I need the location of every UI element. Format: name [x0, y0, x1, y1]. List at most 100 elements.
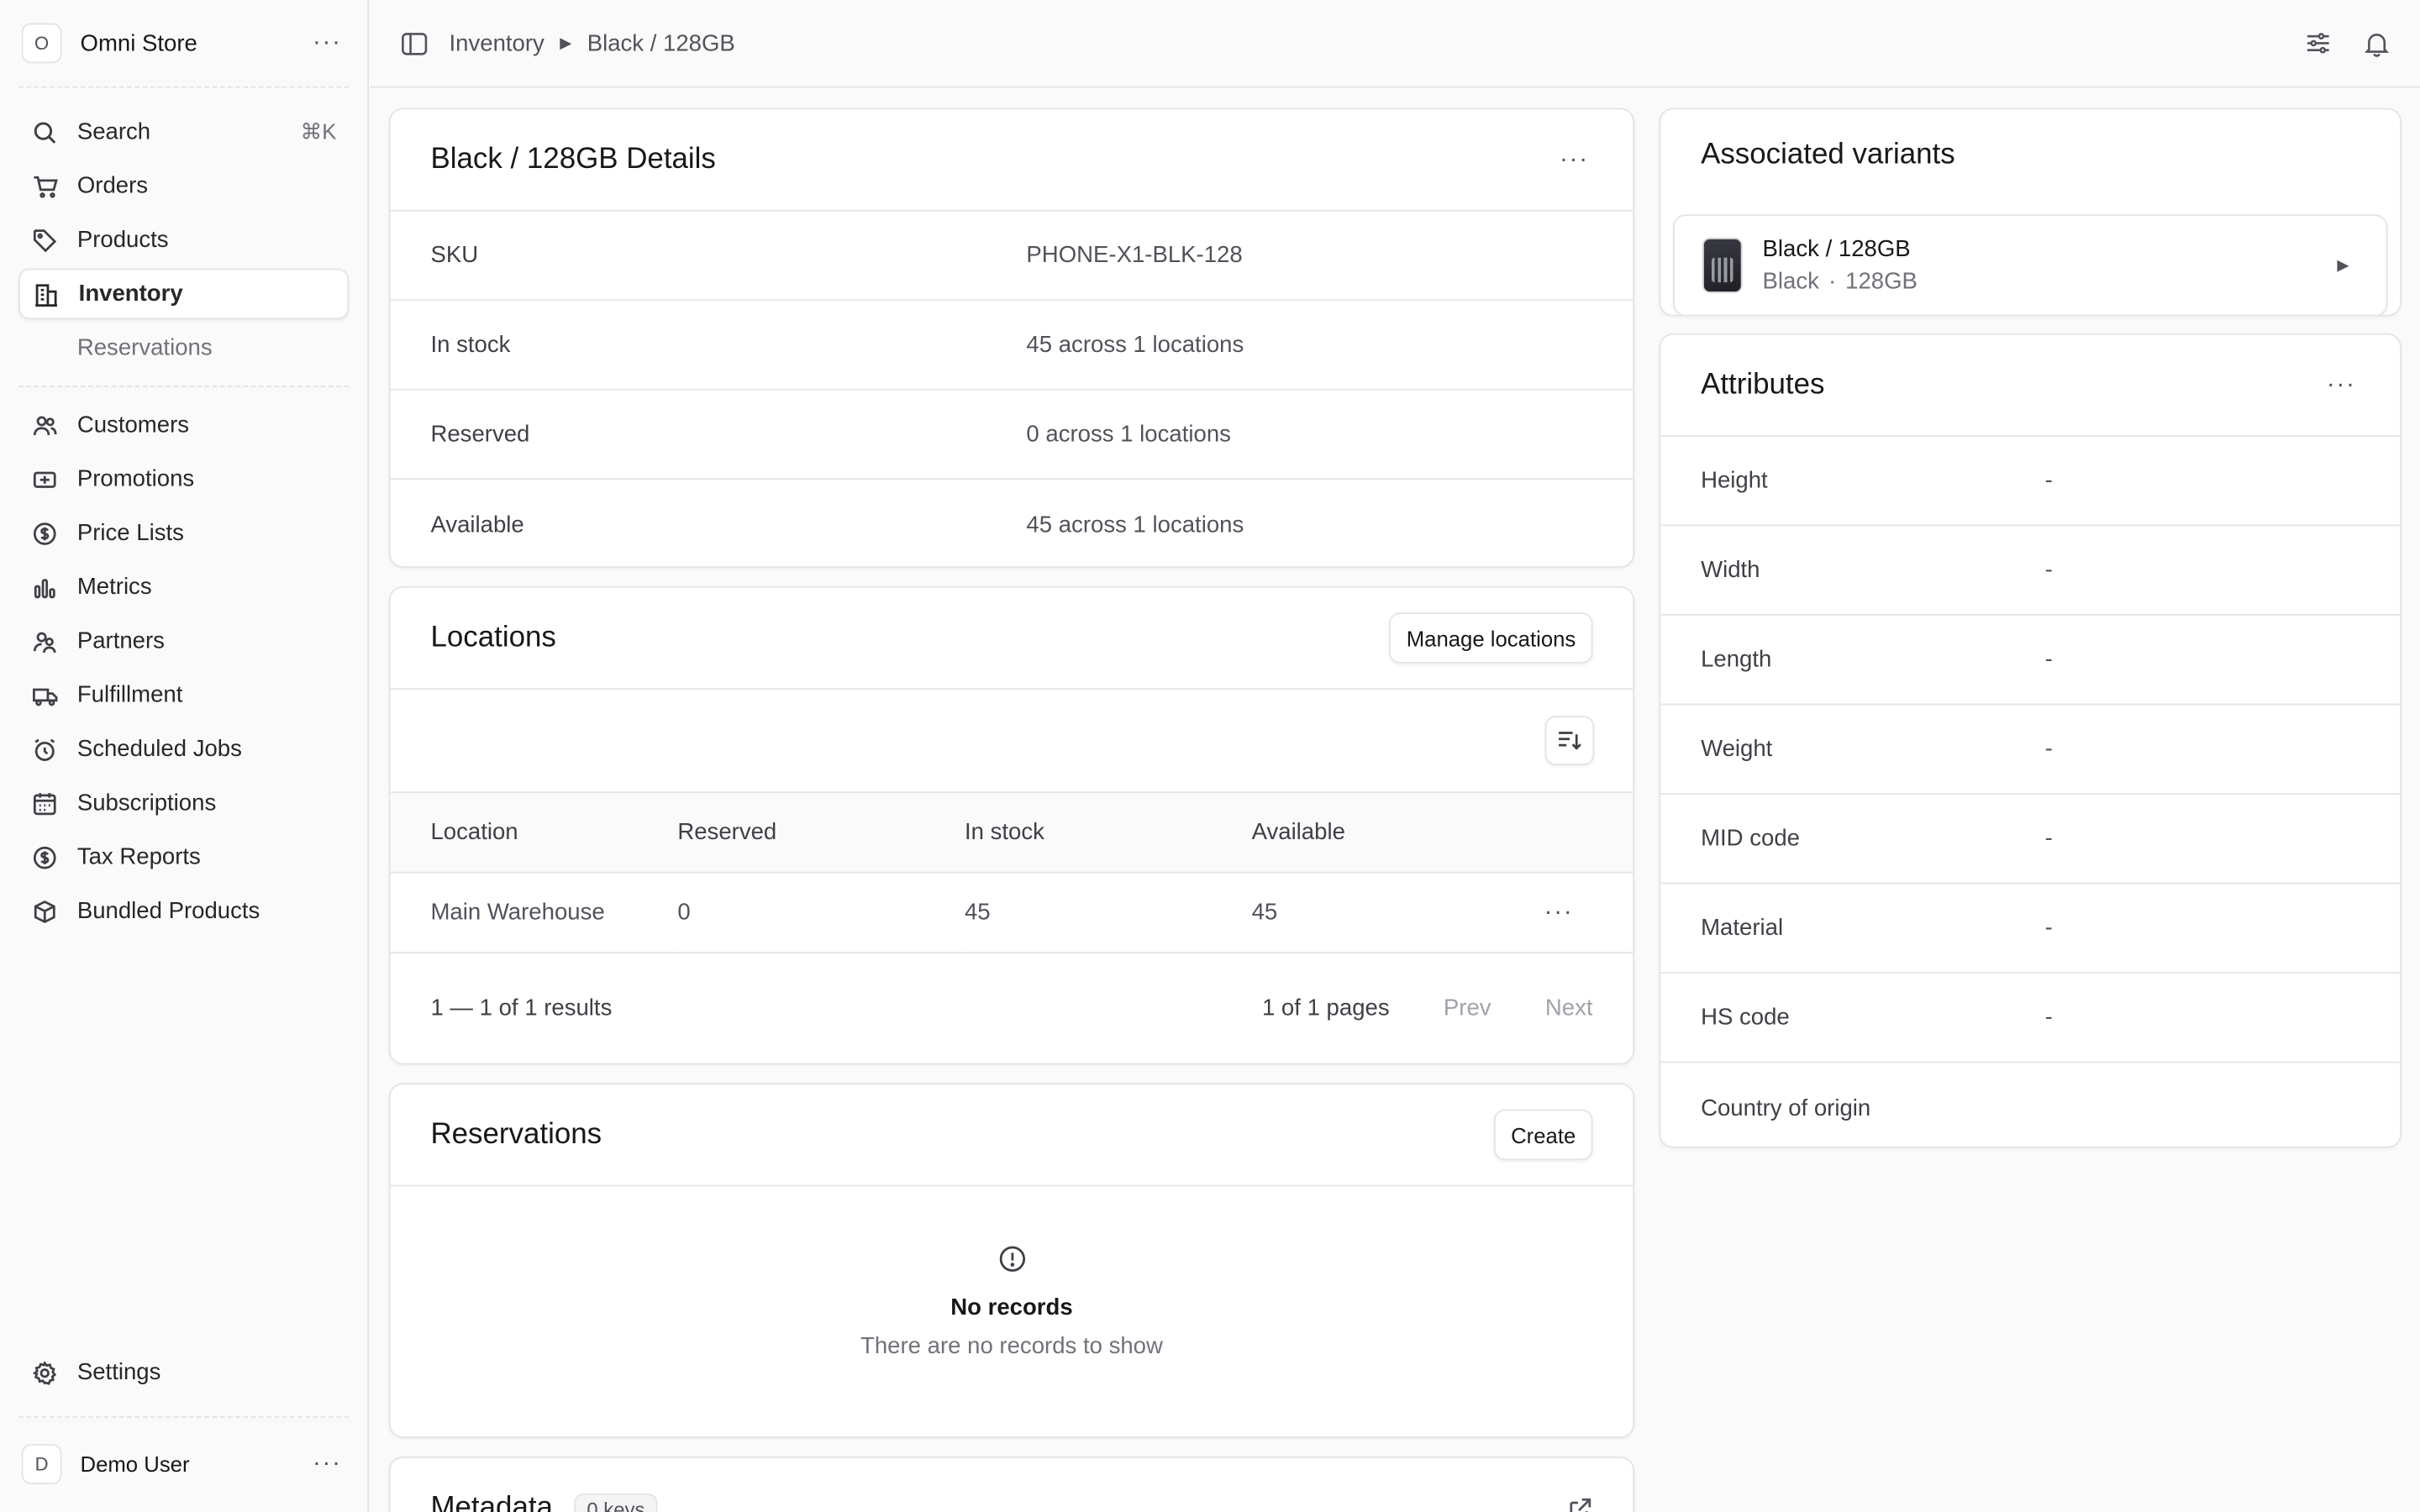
variant-item[interactable]: Black / 128GB Black · 128GB ▶: [1673, 214, 2388, 315]
sidebar-item-partners[interactable]: Partners: [18, 616, 349, 667]
table-cell: Main Warehouse: [390, 872, 678, 954]
sidebar-item-label: Subscriptions: [76, 790, 217, 816]
store-menu-icon[interactable]: ···: [308, 24, 345, 61]
reservations-card: Reservations Create No records There are…: [388, 1083, 1635, 1438]
table-row[interactable]: Main Warehouse 0 45 45 ···: [390, 872, 1634, 954]
attribute-value: -: [2044, 825, 2053, 852]
attribute-key: Material: [1701, 915, 1784, 942]
breadcrumb-inventory[interactable]: Inventory: [449, 30, 544, 56]
alarm-icon: [31, 735, 59, 763]
attributes-menu-icon[interactable]: ···: [2323, 366, 2360, 403]
sidebar-item-search[interactable]: Search ⌘K: [18, 107, 349, 158]
column-header[interactable]: Available: [1251, 791, 1541, 874]
calendar-icon: [31, 789, 59, 816]
attribute-row: Height -: [1660, 437, 2401, 527]
user-menu-icon[interactable]: ···: [308, 1445, 345, 1482]
detail-value: 45 across 1 locations: [1026, 331, 1244, 359]
attributes-header: Attributes ···: [1660, 335, 2401, 437]
attribute-row: Country of origin: [1660, 1063, 2400, 1147]
prev-button[interactable]: Prev: [1444, 995, 1491, 1021]
sidebar-item-metrics[interactable]: Metrics: [18, 562, 349, 613]
next-button[interactable]: Next: [1545, 995, 1593, 1021]
detail-row: SKU PHONE-X1-BLK-128: [390, 212, 1634, 302]
column-header[interactable]: In stock: [964, 791, 1252, 874]
sidebar-item-scheduled-jobs[interactable]: Scheduled Jobs: [18, 723, 349, 774]
sidebar-divider: [18, 386, 350, 388]
attribute-value: -: [2044, 646, 2053, 673]
details-header: Black / 128GB Details ···: [390, 109, 1634, 212]
building-icon: [33, 280, 60, 307]
variants-title: Associated variants: [1701, 139, 1955, 171]
sidebar-item-label: Scheduled Jobs: [76, 736, 242, 763]
tag-icon: [31, 226, 59, 254]
avatar: D: [21, 1443, 62, 1484]
sidebar-item-reservations[interactable]: Reservations: [18, 323, 349, 374]
bar-chart-icon: [31, 573, 59, 601]
external-link-icon[interactable]: [1568, 1497, 1592, 1512]
sidebar-item-promotions[interactable]: Promotions: [18, 454, 349, 505]
metadata-header: Metadata 0 keys: [391, 1458, 1634, 1512]
sort-icon[interactable]: [1544, 716, 1595, 766]
manage-locations-button[interactable]: Manage locations: [1389, 612, 1593, 664]
sliders-icon[interactable]: [2306, 31, 2330, 55]
column-header[interactable]: Reserved: [677, 791, 965, 874]
store-avatar: O: [21, 23, 62, 64]
sidebar-item-orders[interactable]: Orders: [18, 160, 349, 212]
sidebar-item-label: Bundled Products: [76, 897, 260, 925]
store-switcher[interactable]: O Omni Store ···: [18, 0, 350, 88]
sidebar-item-products[interactable]: Products: [18, 214, 349, 265]
sidebar-nav: Search ⌘K Orders Products Inventory Rese…: [0, 88, 367, 937]
people-icon: [31, 627, 59, 655]
sidebar-item-bundled-products[interactable]: Bundled Products: [18, 885, 349, 937]
sidebar-item-settings[interactable]: Settings: [18, 1347, 349, 1398]
attribute-row: Material -: [1660, 884, 2401, 974]
bell-icon[interactable]: [2365, 30, 2389, 56]
sidebar-item-customers[interactable]: Customers: [18, 400, 349, 451]
create-reservation-button[interactable]: Create: [1493, 1109, 1593, 1161]
attribute-key: Weight: [1701, 736, 1773, 763]
store-name: Omni Store: [80, 29, 197, 57]
sidebar-item-label: Price Lists: [76, 519, 184, 547]
caret-right-icon: ▶: [2337, 256, 2349, 275]
detail-row: In stock 45 across 1 locations: [390, 301, 1634, 391]
sidebar-item-tax-reports[interactable]: Tax Reports: [18, 832, 349, 883]
attribute-value: -: [2044, 736, 2053, 763]
row-menu-icon[interactable]: ···: [1540, 894, 1577, 931]
attribute-key: Country of origin: [1701, 1095, 1871, 1121]
page-count: 1 of 1 pages: [1261, 994, 1390, 1021]
dollar-circle-icon: [31, 843, 59, 871]
sidebar-item-label: Search: [76, 118, 151, 145]
topbar: Inventory ▶ Black / 128GB: [370, 0, 2420, 88]
variants-header: Associated variants: [1660, 109, 2400, 202]
detail-key: Available: [430, 511, 524, 538]
sidebar-item-price-lists[interactable]: Price Lists: [18, 507, 349, 559]
sidebar-item-label: Partners: [76, 627, 165, 654]
locations-header: Locations Manage locations: [390, 588, 1634, 690]
details-card: Black / 128GB Details ··· SKU PHONE-X1-BL…: [388, 108, 1635, 568]
sidebar-item-label: Settings: [76, 1359, 161, 1386]
variant-title: Black / 128GB: [1762, 236, 1911, 263]
details-menu-icon[interactable]: ···: [1555, 141, 1592, 178]
variants-card: Associated variants Black / 128GB Black …: [1659, 108, 2402, 317]
sidebar-item-label: Orders: [76, 172, 149, 199]
attribute-key: Height: [1701, 467, 1768, 494]
attribute-key: HS code: [1701, 1004, 1790, 1031]
detail-key: In stock: [430, 331, 511, 359]
attribute-key: Width: [1701, 557, 1760, 584]
variant-size: 128GB: [1845, 268, 1918, 295]
sidebar-toggle-icon[interactable]: [402, 32, 428, 55]
sidebar-item-subscriptions[interactable]: Subscriptions: [18, 778, 349, 829]
breadcrumb-current: Black / 128GB: [587, 29, 735, 57]
column-header[interactable]: Location: [390, 791, 678, 874]
user-menu[interactable]: D Demo User ···: [18, 1416, 350, 1509]
table-cell: 0: [677, 872, 965, 954]
table-cell: 45: [964, 872, 1252, 954]
sidebar-item-inventory[interactable]: Inventory: [18, 268, 350, 320]
locations-card: Locations Manage locations Location Rese…: [388, 585, 1635, 1065]
sidebar-item-label: Fulfillment: [76, 681, 183, 709]
user-name: Demo User: [80, 1451, 190, 1476]
page-title: Black / 128GB Details: [430, 142, 716, 176]
sidebar-item-fulfillment[interactable]: Fulfillment: [18, 669, 349, 721]
sidebar-item-label: Promotions: [76, 465, 195, 492]
table-header-row: Location Reserved In stock Available: [390, 791, 1634, 874]
